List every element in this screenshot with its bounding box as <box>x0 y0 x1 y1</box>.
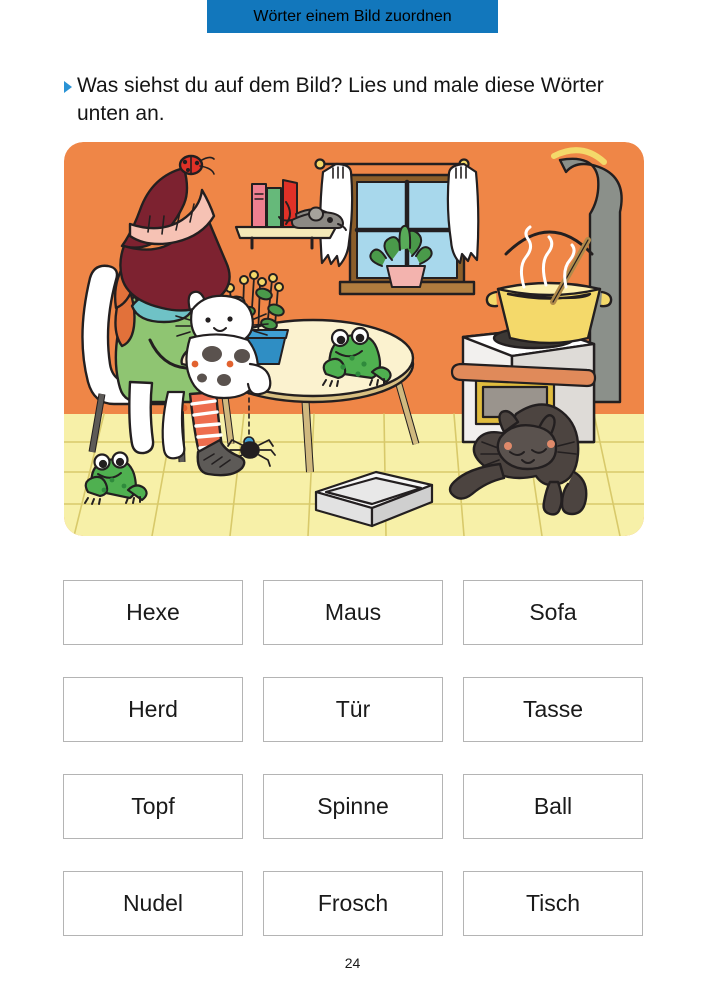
page-number: 24 <box>344 955 361 971</box>
witch-kitchen-illustration <box>64 142 644 536</box>
word-box-tuer[interactable]: Tür <box>263 677 443 742</box>
word-box-maus[interactable]: Maus <box>263 580 443 645</box>
instruction-block: Was siehst du auf dem Bild? Lies und mal… <box>64 72 644 128</box>
header-banner: Wörter einem Bild zuordnen <box>207 0 498 33</box>
word-box-herd[interactable]: Herd <box>63 677 243 742</box>
curtain-right <box>446 162 480 265</box>
word-label: Ball <box>533 793 573 819</box>
word-label: Topf <box>131 793 175 819</box>
word-label: Tasse <box>522 696 584 722</box>
instruction-text: Was siehst du auf dem Bild? Lies und mal… <box>77 74 604 125</box>
word-box-sofa[interactable]: Sofa <box>463 580 643 645</box>
word-grid: Hexe Maus Sofa Herd Tür Tasse Topf Spinn… <box>63 580 643 936</box>
word-box-tasse[interactable]: Tasse <box>463 677 643 742</box>
word-box-topf[interactable]: Topf <box>63 774 243 839</box>
word-label: Sofa <box>529 599 577 625</box>
word-box-frosch[interactable]: Frosch <box>263 871 443 936</box>
word-label: Maus <box>324 599 382 625</box>
word-label: Nudel <box>122 890 184 916</box>
word-label: Tisch <box>525 890 581 916</box>
word-box-nudel[interactable]: Nudel <box>63 871 243 936</box>
word-label: Spinne <box>317 793 389 819</box>
word-label: Hexe <box>126 599 180 625</box>
word-label: Herd <box>128 696 178 722</box>
word-label: Frosch <box>317 890 389 916</box>
word-box-tisch[interactable]: Tisch <box>463 871 643 936</box>
triangle-right-icon <box>64 81 72 93</box>
word-box-ball[interactable]: Ball <box>463 774 643 839</box>
word-label: Tür <box>335 696 371 722</box>
illustration-svg <box>64 142 644 536</box>
header-banner-title: Wörter einem Bild zuordnen <box>253 7 452 25</box>
book-green <box>266 187 282 228</box>
book-pink <box>251 183 267 228</box>
word-box-hexe[interactable]: Hexe <box>63 580 243 645</box>
word-box-spinne[interactable]: Spinne <box>263 774 443 839</box>
